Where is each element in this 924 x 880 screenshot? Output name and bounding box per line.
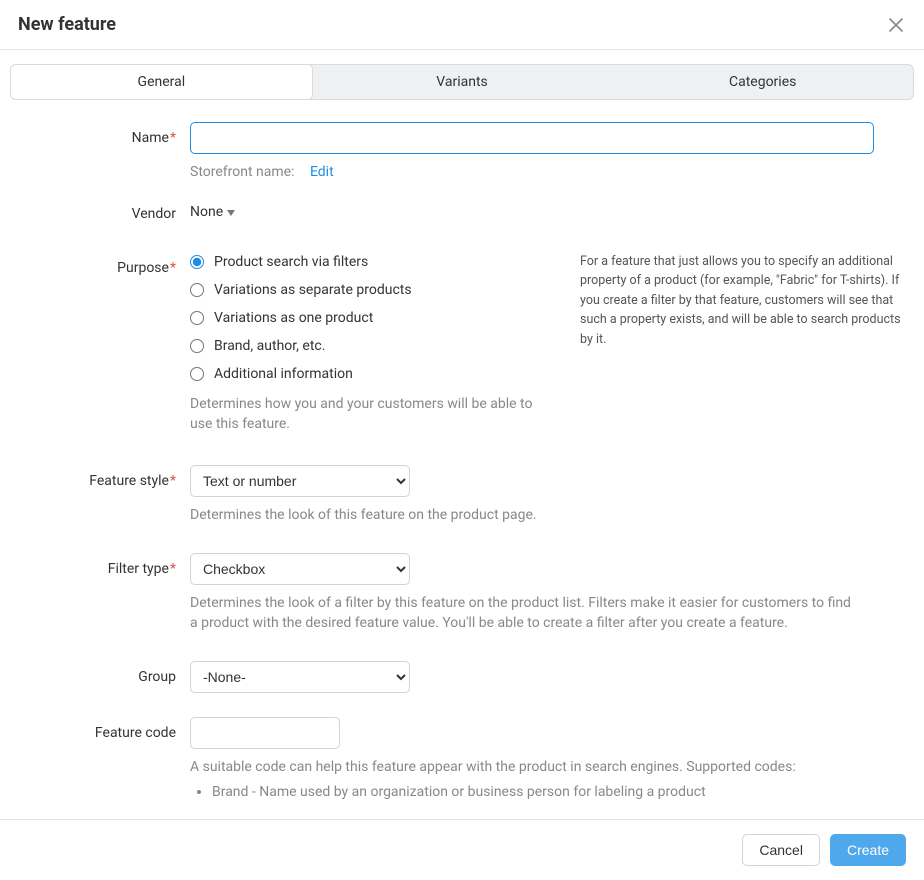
field-purpose: Product search via filters Variations as… [190,252,564,435]
dialog-footer: Cancel Create [0,819,924,880]
create-button[interactable]: Create [830,834,906,866]
feature-style-help: Determines the look of this feature on t… [190,505,860,525]
dialog-header: New feature [0,0,924,50]
purpose-radio-variations-separate[interactable] [190,283,204,297]
purpose-option-variations-separate[interactable]: Variations as separate products [190,282,564,298]
purpose-radio-variations-one[interactable] [190,311,204,325]
cancel-button[interactable]: Cancel [742,834,820,866]
purpose-option-filters[interactable]: Product search via filters [190,254,564,270]
purpose-radio-brand[interactable] [190,339,204,353]
label-purpose: Purpose* [10,252,190,435]
label-name: Name* [10,122,190,180]
dialog-body[interactable]: General Variants Categories Name* Storef… [0,50,924,819]
purpose-help: Determines how you and your customers wi… [190,394,535,435]
caret-down-icon [227,204,235,220]
label-filter-type: Filter type* [10,553,190,634]
label-feature-code: Feature code [10,717,190,801]
storefront-name-label: Storefront name: [190,164,294,180]
feature-code-help: A suitable code can help this feature ap… [190,757,860,777]
storefront-name-line: Storefront name: Edit [190,164,914,180]
row-filter-type: Filter type* Checkbox Determines the loo… [10,553,914,634]
field-filter-type: Checkbox Determines the look of a filter… [190,553,914,634]
field-feature-code: A suitable code can help this feature ap… [190,717,914,801]
label-group: Group [10,661,190,693]
label-feature-style: Feature style* [10,465,190,525]
field-name: Storefront name: Edit [190,122,914,180]
feature-code-list: Brand - Name used by an organization or … [212,784,914,800]
storefront-name-edit-link[interactable]: Edit [310,164,334,180]
purpose-radio-filters[interactable] [190,255,204,269]
purpose-radio-list: Product search via filters Variations as… [190,252,564,382]
close-icon [888,17,904,33]
purpose-side-note: For a feature that just allows you to sp… [564,252,914,435]
group-select[interactable]: -None- [190,661,410,693]
feature-code-input[interactable] [190,717,340,749]
row-name: Name* Storefront name: Edit [10,122,914,180]
purpose-option-additional[interactable]: Additional information [190,366,564,382]
tab-variants[interactable]: Variants [312,65,613,99]
required-marker: * [170,473,176,489]
filter-type-help: Determines the look of a filter by this … [190,593,860,634]
field-group: -None- [190,661,914,693]
tabs: General Variants Categories [10,64,914,100]
label-vendor: Vendor [10,198,190,222]
filter-type-select[interactable]: Checkbox [190,553,410,585]
field-feature-style: Text or number Determines the look of th… [190,465,914,525]
field-vendor: None [190,198,914,222]
close-button[interactable] [886,15,906,35]
vendor-dropdown[interactable]: None [190,198,235,220]
required-marker: * [170,260,176,276]
row-vendor: Vendor None [10,198,914,222]
purpose-option-variations-one[interactable]: Variations as one product [190,310,564,326]
vendor-value: None [190,204,223,220]
row-feature-code: Feature code A suitable code can help th… [10,717,914,801]
feature-style-select[interactable]: Text or number [190,465,410,497]
row-group: Group -None- [10,661,914,693]
dialog-title: New feature [18,14,116,35]
new-feature-dialog: New feature General Variants Categories … [0,0,924,880]
tab-categories[interactable]: Categories [612,65,913,99]
purpose-option-brand[interactable]: Brand, author, etc. [190,338,564,354]
tab-general[interactable]: General [10,64,313,100]
row-feature-style: Feature style* Text or number Determines… [10,465,914,525]
purpose-radio-additional[interactable] [190,367,204,381]
row-purpose: Purpose* Product search via filters Vari… [10,252,914,435]
required-marker: * [170,561,176,577]
name-input[interactable] [190,122,874,154]
feature-code-item: Brand - Name used by an organization or … [212,784,914,800]
required-marker: * [170,130,176,146]
